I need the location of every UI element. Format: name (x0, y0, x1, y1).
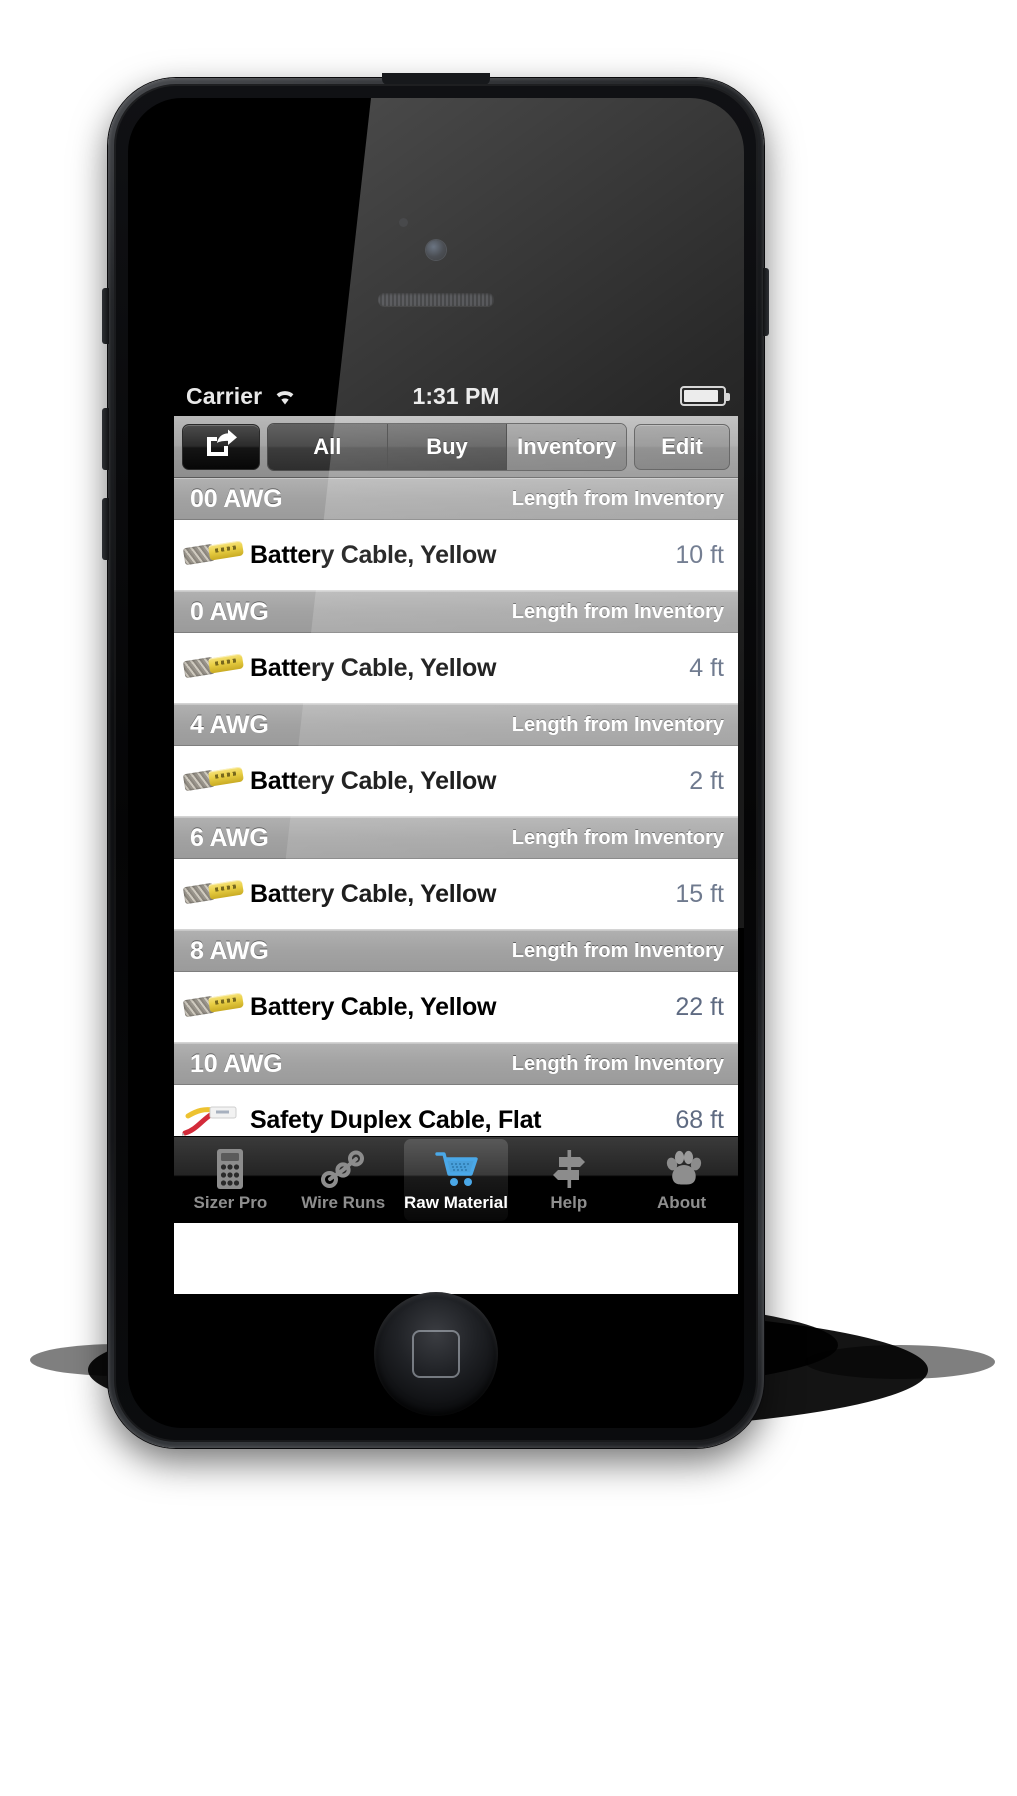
section-header: 6 AWG Length from Inventory (174, 817, 738, 859)
battery-cable-yellow-thumb (182, 872, 244, 916)
tab-sizer-pro[interactable]: Sizer Pro (174, 1137, 287, 1223)
raw-material-list[interactable]: 00 AWG Length from Inventory Battery Cab… (174, 478, 738, 1136)
table-row[interactable]: Battery Cable, Yellow 2 ft (174, 746, 738, 817)
home-square-icon (412, 1330, 460, 1378)
battery-cable-yellow-thumb (182, 646, 244, 690)
tab-help[interactable]: Help (512, 1137, 625, 1223)
table-row[interactable]: Battery Cable, Yellow 15 ft (174, 859, 738, 930)
section-gauge-label: 8 AWG (190, 936, 269, 965)
section-right-label: Length from Inventory (511, 713, 724, 736)
share-icon (204, 429, 238, 465)
section-gauge-label: 4 AWG (190, 710, 269, 739)
battery-cable-yellow-thumb (182, 533, 244, 577)
clock-label: 1:31 PM (412, 382, 500, 409)
battery-icon (680, 386, 730, 406)
section-right-label: Length from Inventory (511, 487, 724, 510)
device-inner-bezel: Carrier 1:31 PM All Buy Inventory Edit 0… (114, 84, 758, 1442)
row-title: Safety Duplex Cable, Flat (250, 1105, 542, 1134)
iphone-device-frame: Carrier 1:31 PM All Buy Inventory Edit 0… (102, 73, 769, 1448)
section-right-label: Length from Inventory (511, 826, 724, 849)
battery-cable-yellow-thumb (182, 759, 244, 803)
section-header: 10 AWG Length from Inventory (174, 1043, 738, 1085)
screenshot-stage: Carrier 1:31 PM All Buy Inventory Edit 0… (0, 0, 1017, 1796)
filter-segmented-control[interactable]: All Buy Inventory (267, 422, 627, 471)
segment-buy[interactable]: Buy (387, 423, 508, 470)
section-gauge-label: 10 AWG (190, 1049, 283, 1078)
section-header: 00 AWG Length from Inventory (174, 478, 738, 520)
row-value: 22 ft (675, 992, 724, 1021)
section-gauge-label: 00 AWG (190, 484, 283, 513)
signpost-icon (547, 1148, 591, 1190)
tab-label: Raw Material (404, 1192, 508, 1212)
device-glass: Carrier 1:31 PM All Buy Inventory Edit 0… (128, 98, 744, 1428)
tab-label: Help (550, 1192, 588, 1212)
section-gauge-label: 6 AWG (190, 823, 269, 852)
tab-label: About (657, 1192, 707, 1212)
proximity-sensor (399, 218, 409, 227)
segment-all[interactable]: All (268, 423, 388, 470)
row-value: 10 ft (675, 540, 724, 569)
top-toolbar: All Buy Inventory Edit (174, 416, 738, 478)
home-button[interactable] (374, 1292, 498, 1416)
table-row[interactable]: Safety Duplex Cable, Flat 68 ft (174, 1085, 738, 1136)
table-row[interactable]: Battery Cable, Yellow 4 ft (174, 633, 738, 704)
edit-button[interactable]: Edit (634, 423, 730, 470)
section-gauge-label: 0 AWG (190, 597, 269, 626)
volume-up-button[interactable] (102, 408, 109, 470)
ringer-switch[interactable] (102, 288, 109, 344)
section-right-label: Length from Inventory (511, 600, 724, 623)
table-row[interactable]: Battery Cable, Yellow 10 ft (174, 520, 738, 591)
tab-about[interactable]: About (625, 1137, 738, 1223)
calculator-icon (210, 1148, 250, 1190)
power-button[interactable] (763, 268, 769, 336)
status-bar: Carrier 1:31 PM (174, 376, 738, 416)
section-header: 0 AWG Length from Inventory (174, 591, 738, 633)
app-screen: Carrier 1:31 PM All Buy Inventory Edit 0… (174, 376, 738, 1294)
tab-label: Sizer Pro (193, 1192, 268, 1212)
tab-label: Wire Runs (301, 1192, 386, 1212)
row-title: Battery Cable, Yellow (250, 879, 497, 908)
section-header: 8 AWG Length from Inventory (174, 930, 738, 972)
volume-down-button[interactable] (102, 498, 109, 560)
row-title: Battery Cable, Yellow (250, 540, 497, 569)
section-right-label: Length from Inventory (511, 939, 724, 962)
battery-cable-yellow-thumb (182, 985, 244, 1029)
front-camera (426, 240, 446, 260)
segment-inventory[interactable]: Inventory (507, 423, 626, 470)
wire-runs-icon (321, 1148, 365, 1190)
paw-print-icon (660, 1148, 704, 1190)
tab-bar: Sizer Pro Wire Runs Raw Material Help Ab… (174, 1136, 738, 1223)
shopping-cart-icon (433, 1148, 479, 1190)
section-header: 4 AWG Length from Inventory (174, 704, 738, 746)
row-value: 4 ft (689, 653, 724, 682)
safety-duplex-cable-flat-thumb (182, 1098, 244, 1136)
tab-raw-material[interactable]: Raw Material (400, 1137, 513, 1223)
earpiece-speaker (378, 293, 494, 306)
table-row[interactable]: Battery Cable, Yellow 22 ft (174, 972, 738, 1043)
share-button[interactable] (182, 423, 260, 470)
row-title: Battery Cable, Yellow (250, 992, 497, 1021)
row-value: 2 ft (689, 766, 724, 795)
section-right-label: Length from Inventory (511, 1052, 724, 1075)
tab-wire-runs[interactable]: Wire Runs (287, 1137, 400, 1223)
row-title: Battery Cable, Yellow (250, 766, 497, 795)
row-value: 15 ft (675, 879, 724, 908)
row-value: 68 ft (675, 1105, 724, 1134)
row-title: Battery Cable, Yellow (250, 653, 497, 682)
